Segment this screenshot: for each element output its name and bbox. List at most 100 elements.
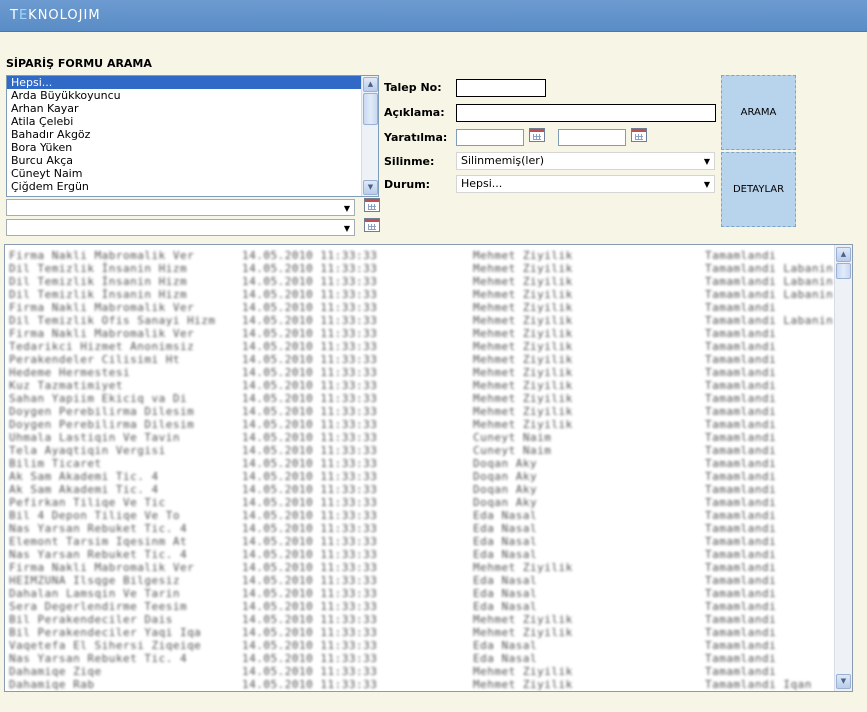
table-cell: Firma Nakli Mabromalik Ver [9,327,195,340]
search-button[interactable]: ARAMA [721,75,796,150]
table-cell: 14.05.2010 11:33:33 [242,418,378,431]
calendar-icon[interactable] [364,198,380,212]
brand-logo[interactable]: TEKNOLOJIM [10,8,101,23]
calendar-icon[interactable] [631,128,647,142]
customer-option[interactable]: Atila Çelebi [7,115,378,128]
table-cell: Doygen Perebilirma Dilesim [9,405,195,418]
table-cell: Mehmet Ziyilik [473,275,573,288]
table-cell: Tamamlandi [705,639,777,652]
table-cell: 14.05.2010 11:33:33 [242,457,378,470]
table-row[interactable]: Nas Yarsan Rebuket Tic. 4 14.05.2010 11:3… [5,548,834,561]
table-cell: Mehmet Ziyilik [473,392,573,405]
table-cell: 14.05.2010 11:33:33 [242,613,378,626]
table-cell: Sera Degerlendirme Teesim [9,600,188,613]
table-row[interactable]: Tela Ayaqtiqin Vergisi 14.05.2010 11:33:3… [5,444,834,457]
table-row[interactable]: Dahalan Lamsqin Ve Tarin 14.05.2010 11:33… [5,587,834,600]
table-row[interactable]: Dil Temizlik Ofis Sanayi Hizm 14.05.2010 … [5,314,834,327]
customer-option[interactable]: Hepsi... [7,76,378,89]
yaratilma-to-input[interactable] [558,129,626,146]
table-cell: Mehmet Ziyilik [473,249,573,262]
table-cell: Dil Temizlik Ofis Sanayi Hizm [9,314,216,327]
customer-list-scrollbar[interactable]: ▲ ▼ [361,76,378,196]
table-row[interactable]: Ak Sam Akademi Tic. 4 14.05.2010 11:33:33… [5,470,834,483]
customer-listbox[interactable]: Hepsi... Arda Büyükkoyuncu Arhan Kayar Atil… [6,75,379,197]
table-cell: Doqan Aky [473,470,538,483]
table-cell: Eda Nasal [473,548,538,561]
table-row[interactable]: Bil 4 Depon Tiliqe Ve To 14.05.2010 11:33… [5,509,834,522]
customer-option[interactable]: Arhan Kayar [7,102,378,115]
yaratilma-from-input[interactable] [456,129,524,146]
silinme-select[interactable]: Silinmemiş(ler) ▼ [456,152,715,170]
scroll-up-icon[interactable]: ▲ [363,77,378,92]
customer-option[interactable]: Bora Yüken [7,141,378,154]
table-row[interactable]: Dil Temizlik İnsanin Hizm 14.05.2010 11:3… [5,275,834,288]
table-row[interactable]: Dahamiqe Rab 14.05.2010 11:33:33 Mehmet Zi… [5,678,834,691]
table-cell: 14.05.2010 11:33:33 [242,327,378,340]
table-row[interactable]: Sahan Yapiim Ekiciq va Di 14.05.2010 11:3… [5,392,834,405]
table-row[interactable]: Firma Nakli Mabromalik Ver 14.05.2010 11:… [5,301,834,314]
scroll-up-icon[interactable]: ▲ [836,247,851,262]
scroll-thumb[interactable] [836,263,851,279]
table-row[interactable]: Dil Temizlik İnsanin Hizm 14.05.2010 11:3… [5,288,834,301]
table-cell: 14.05.2010 11:33:33 [242,275,378,288]
page-title: SİPARİŞ FORMU ARAMA [6,57,152,70]
table-row[interactable]: Firma Nakli Mabromalik Ver 14.05.2010 11:… [5,561,834,574]
table-cell: Eda Nasal [473,587,538,600]
table-cell: Nas Yarsan Rebuket Tic. 4 [9,652,188,665]
table-row[interactable]: Nas Yarsan Rebuket Tic. 4 14.05.2010 11:3… [5,522,834,535]
table-row[interactable]: Perakendeler Cilisimi Ht 14.05.2010 11:33… [5,353,834,366]
table-cell: 14.05.2010 11:33:33 [242,587,378,600]
durum-select[interactable]: Hepsi... ▼ [456,175,715,193]
table-cell: 14.05.2010 11:33:33 [242,639,378,652]
scroll-down-icon[interactable]: ▼ [836,674,851,689]
table-row[interactable]: HEIMZUNA Ilsqge Bilgesiz 14.05.2010 11:33… [5,574,834,587]
scroll-down-icon[interactable]: ▼ [363,180,378,195]
table-cell: Tamamlandi [705,548,777,561]
table-row[interactable]: Doygen Perebilirma Dilesim 14.05.2010 11:… [5,418,834,431]
talep-no-input[interactable] [456,79,546,97]
table-row[interactable]: Dahamiqe Ziqe 14.05.2010 11:33:33 Mehmet Z… [5,665,834,678]
table-row[interactable]: Hedeme Hermestesi 14.05.2010 11:33:33 Mehm… [5,366,834,379]
customer-option[interactable]: Arda Büyükkoyuncu [7,89,378,102]
table-row[interactable]: Dil Temizlik İnsanin Hizm 14.05.2010 11:3… [5,262,834,275]
customer-option[interactable]: Burcu Akça [7,154,378,167]
table-cell: 14.05.2010 11:33:33 [242,444,378,457]
calendar-icon[interactable] [529,128,545,142]
table-row[interactable]: Bil Perakendeciler Yaqi Iqa 14.05.2010 11… [5,626,834,639]
table-cell: Mehmet Ziyilik [473,665,573,678]
table-cell: 14.05.2010 11:33:33 [242,483,378,496]
table-row[interactable]: Nas Yarsan Rebuket Tic. 4 14.05.2010 11:3… [5,652,834,665]
table-row[interactable]: Doygen Perebilirma Dilesim 14.05.2010 11:… [5,405,834,418]
table-row[interactable]: Elemont Tarsim Iqesinm At 14.05.2010 11:3… [5,535,834,548]
table-row[interactable]: Pefirkan Tiliqe Ve Tic 14.05.2010 11:33:3… [5,496,834,509]
filter-dropdown-2[interactable]: ▼ [6,219,355,236]
table-cell: Tamamlandi Labanin [705,275,834,288]
table-row[interactable]: Firma Nakli Mabromalik Ver 14.05.2010 11:… [5,327,834,340]
table-cell: Firma Nakli Mabromalik Ver [9,561,195,574]
aciklama-input[interactable] [456,104,716,122]
table-cell: Doygen Perebilirma Dilesim [9,418,195,431]
table-row[interactable]: Uhmala Lastiqin Ve Tavin 14.05.2010 11:33… [5,431,834,444]
table-row[interactable]: Tedarikci Hizmet Anonimsiz 14.05.2010 11:… [5,340,834,353]
filter-dropdown-1[interactable]: ▼ [6,199,355,216]
results-rows: Firma Nakli Mabromalik Ver 14.05.2010 11:… [5,245,834,691]
calendar-icon[interactable] [364,218,380,232]
details-button[interactable]: DETAYLAR [721,152,796,227]
table-cell: Dahalan Lamsqin Ve Tarin [9,587,180,600]
customer-option[interactable]: Çiğdem Ergün [7,180,378,193]
table-row[interactable]: Bil Perakendeciler Dais 14.05.2010 11:33:… [5,613,834,626]
table-row[interactable]: Ak Sam Akademi Tic. 4 14.05.2010 11:33:33… [5,483,834,496]
table-row[interactable]: Sera Degerlendirme Teesim 14.05.2010 11:3… [5,600,834,613]
table-row[interactable]: Firma Nakli Mabromalik Ver 14.05.2010 11:… [5,249,834,262]
table-row[interactable]: Kuz Tazmatimiyet 14.05.2010 11:33:33 Mehme… [5,379,834,392]
table-row[interactable]: Vaqetefa El Sihersi Ziqeiqe 14.05.2010 11… [5,639,834,652]
results-grid[interactable]: Firma Nakli Mabromalik Ver 14.05.2010 11:… [4,244,853,692]
table-cell: Tamamlandi Iqan [705,678,812,691]
table-cell: 14.05.2010 11:33:33 [242,548,378,561]
results-scrollbar[interactable]: ▲ ▼ [834,245,852,691]
yaratilma-label: Yaratılma: [384,131,448,144]
table-row[interactable]: Bilim Ticaret 14.05.2010 11:33:33 Doqan Ak… [5,457,834,470]
customer-option[interactable]: Cüneyt Naim [7,167,378,180]
customer-option[interactable]: Bahadır Akgöz [7,128,378,141]
scroll-thumb[interactable] [363,93,378,125]
